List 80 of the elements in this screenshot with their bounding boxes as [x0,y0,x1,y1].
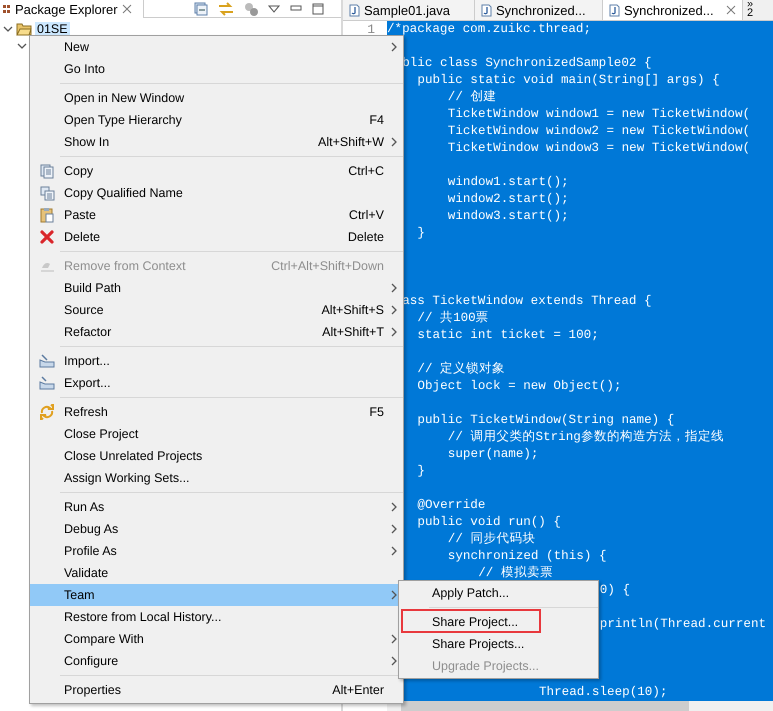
menu-item[interactable]: Debug As [30,518,403,540]
code-line: // 调用父类的String参数的构造方法，指定线 [448,429,724,446]
code-line: @Override [417,497,486,514]
menu-item[interactable]: Build Path [30,277,403,299]
minimize-icon[interactable] [290,4,302,12]
code-line: // 同步代码块 [448,531,536,548]
code-line: TicketWindow window1 = new TicketWindow( [448,106,750,123]
tray-icon [39,354,55,368]
code-line: 0) { [600,582,630,599]
project-item[interactable]: 01SE [35,22,70,36]
view-title[interactable]: Package Explorer [15,2,118,16]
menu-item[interactable]: Source Alt+Shift+S [30,299,403,321]
code-line: window1.start(); [448,174,569,191]
menu-item[interactable]: Refresh F5 [30,401,403,423]
tab-label: Synchronized... [624,2,714,18]
code-line: window2.start(); [448,191,569,208]
collapse-all-icon[interactable] [194,2,208,16]
code-line: public static void main(String[] args) { [417,72,720,89]
package-icon [3,4,11,14]
delete-icon [40,230,54,244]
code-line: // 定义锁对象 [417,361,506,378]
menu-item[interactable]: Open in New Window [30,87,403,109]
menu-item[interactable]: Paste Ctrl+V [30,204,403,226]
close-icon[interactable] [122,4,132,14]
menu-item[interactable]: Profile As [30,540,403,562]
code-line: public void run() { [417,514,561,531]
menu-item[interactable]: Share Projects... [399,633,598,655]
code-line: } [417,225,425,242]
refresh-icon [39,404,55,420]
scrollbar-thumb[interactable] [401,701,689,711]
code-line: window3.start(); [448,208,569,225]
folder-icon [16,22,32,36]
menu-item[interactable]: Export... [30,372,403,394]
code-line: // 创建 [448,89,496,106]
close-icon[interactable] [726,5,736,15]
code-line: println(Thread.current [600,616,766,633]
menu-item[interactable]: Show In Alt+Shift+W [30,131,403,153]
code-line: // 共100票 [417,310,489,327]
code-line: /*package com.zuikc.thread; [387,21,592,38]
menu-item[interactable]: Refactor Alt+Shift+T [30,321,403,343]
menu-item[interactable]: Open Type Hierarchy F4 [30,109,403,131]
menu-item[interactable]: Close Unrelated Projects [30,445,403,467]
menu-item[interactable]: Import... [30,350,403,372]
menu-item[interactable]: Validate [30,562,403,584]
clipboard-icon [40,207,54,223]
code-line: TicketWindow window2 = new TicketWindow( [448,123,750,140]
menu-item[interactable]: New [30,36,403,58]
menu-item[interactable]: Properties Alt+Enter [30,679,403,701]
tray-icon [39,376,55,390]
java-file-icon [349,4,360,16]
menu-item[interactable]: Copy Ctrl+C [30,160,403,182]
copy-icon [40,186,54,200]
expand-icon[interactable] [17,41,27,51]
menu-item[interactable]: Close Project [30,423,403,445]
line-number: 1 [367,21,376,38]
menu-item[interactable]: Share Project... [399,611,598,633]
menu-item[interactable]: Run As [30,496,403,518]
code-line: static int ticket = 100; [417,327,599,344]
code-line: super(name); [448,446,538,463]
code-line: public TicketWindow(String name) { [417,412,674,429]
code-line: TicketWindow window3 = new TicketWindow( [448,140,750,157]
java-file-icon [481,4,492,16]
copy-icon [40,164,54,178]
menu-item[interactable]: Assign Working Sets... [30,467,403,489]
code-line: synchronized (this) { [448,548,607,565]
more-tabs-button[interactable]: » 2 [743,0,754,20]
maximize-icon[interactable] [312,2,324,14]
menu-item[interactable]: Delete Delete [30,226,403,248]
tab-label: Synchronized... [496,2,586,18]
editor-tab[interactable]: Synchronized... [603,0,743,20]
java-file-icon [609,4,620,16]
dropdown-icon[interactable] [268,4,280,12]
menu-item[interactable]: Go Into [30,58,403,80]
code-line: } [417,463,425,480]
code-line: Thread.sleep(10); [539,684,668,701]
expand-icon[interactable] [3,24,13,34]
code-line: Object lock = new Object(); [417,378,622,395]
code-line: // 模拟卖票 [478,565,553,582]
tab-label: Sample01.java [364,2,450,18]
menu-item[interactable]: Copy Qualified Name [30,182,403,204]
